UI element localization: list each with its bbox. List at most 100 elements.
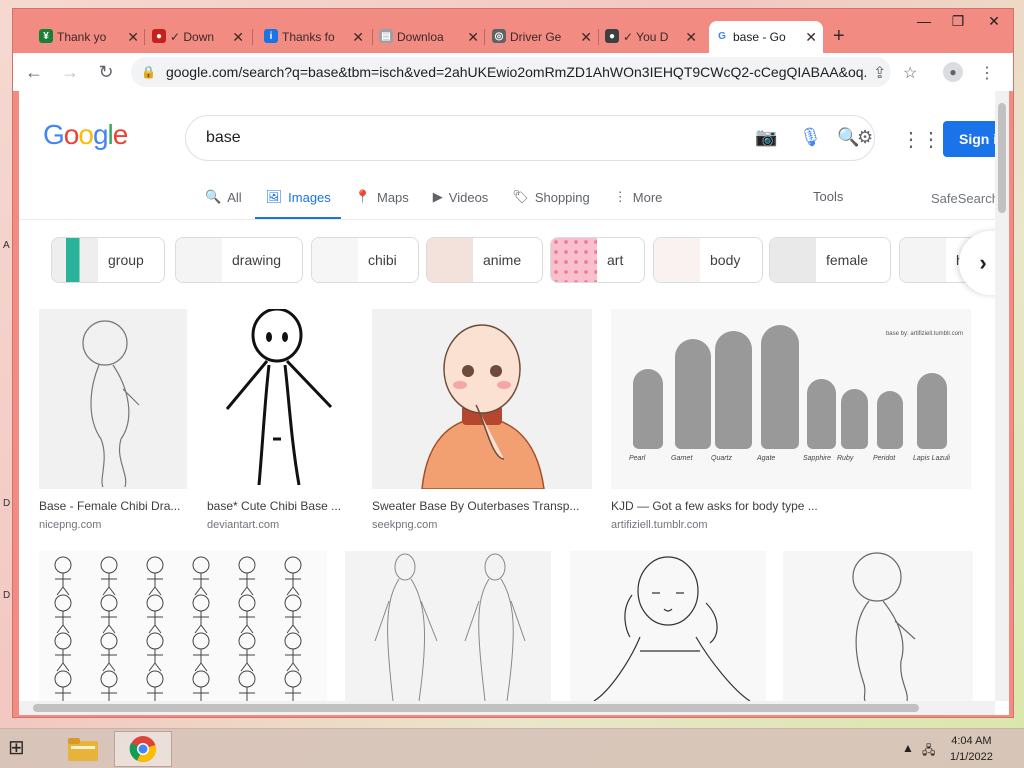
search-query[interactable]: base [206,129,241,147]
chibi-sketch [54,556,72,596]
tab-label: Shopping [534,189,590,205]
result-thumbnail[interactable] [372,309,592,489]
network-icon[interactable]: 🖧 [922,741,935,762]
figure-name-label: Sapphire [803,455,832,462]
microphone-icon[interactable]: 🎙 [799,127,822,148]
tab-images[interactable]: 🖼 Images [266,185,331,209]
tray-expand-icon[interactable]: ▲ [902,741,914,755]
tab-shopping[interactable]: 🏷 Shopping [512,185,589,209]
result-caption[interactable]: Base - Female Chibi Dra... [39,499,187,513]
image-result[interactable]: Pearl Garnet Quartz Agate Sapphire Ruby Perido… [611,309,971,531]
tab-more[interactable]: ⋮ More [614,185,663,209]
result-thumbnail[interactable] [570,551,766,701]
google-logo[interactable]: Google [43,119,128,151]
chip-thumbnail [52,238,98,282]
chip-group[interactable]: group [51,237,165,283]
chip-art[interactable]: art [550,237,645,283]
address-bar[interactable]: 🔒 google.com/search?q=base&tbm=isch&ved=… [131,57,891,87]
chip-anime[interactable]: anime [426,237,543,283]
new-tab-button[interactable]: + [833,25,845,48]
result-caption[interactable]: Sweater Base By Outerbases Transp... [372,499,592,513]
tab-active[interactable]: G base - Go ✕ [709,21,823,53]
result-thumbnail[interactable] [345,551,551,701]
image-result[interactable]: base* Cute Chibi Base ... deviantart.com [207,309,353,531]
taskbar: ⊞ ▲ 🖧 4:04 AM 1/1/2022 [0,728,1024,768]
scrollbar-thumb[interactable] [998,103,1006,213]
windows-start-icon[interactable]: ⊞ [8,735,38,763]
close-icon[interactable]: ✕ [232,29,244,46]
image-result[interactable] [39,551,327,701]
close-icon[interactable]: ✕ [685,29,697,46]
bookmark-star-icon[interactable]: ☆ [903,63,917,83]
browser-window: ¥ Thank yo ✕ ● ✓ Down ✕ i Thanks fo ✕ ▤ … [12,8,1014,718]
figure-name-label: Peridot [873,455,896,462]
result-thumbnail[interactable]: Pearl Garnet Quartz Agate Sapphire Ruby Perido… [611,309,971,489]
horizontal-scrollbar[interactable] [19,701,995,715]
tab-title: base - Go [733,30,786,44]
vertical-scrollbar[interactable] [995,91,1009,701]
desktop-edge-letter: D [3,498,11,509]
result-thumbnail[interactable] [39,309,187,489]
result-source[interactable]: nicepng.com [39,519,187,531]
image-result[interactable]: Sweater Base By Outerbases Transp... see… [372,309,592,531]
close-icon[interactable]: ✕ [467,29,479,46]
globe-icon: ◎ [492,29,506,43]
close-window-button[interactable]: ✕ [979,13,1009,30]
tab-title: Thank yo [57,30,107,44]
tab-5[interactable]: ● ✓ You D ✕ [599,21,703,53]
tab-4[interactable]: ◎ Driver Ge ✕ [486,21,598,53]
chip-chibi[interactable]: chibi [311,237,419,283]
forward-icon[interactable]: → [55,62,85,83]
chip-body[interactable]: body [653,237,763,283]
figure-name-label: Ruby [837,455,854,462]
clock-time: 4:04 AM [951,735,992,747]
maximize-button[interactable]: ❐ [943,13,973,30]
back-icon[interactable]: ← [19,62,49,83]
result-source[interactable]: deviantart.com [207,519,353,531]
image-result[interactable] [345,551,551,701]
camera-icon[interactable]: 📷 [755,127,777,148]
result-source[interactable]: artifiziell.tumblr.com [611,519,971,531]
profile-icon[interactable]: ● [943,62,963,82]
close-icon[interactable]: ✕ [805,29,817,46]
menu-kebab-icon[interactable]: ⋮ [979,63,995,83]
browser-toolbar: ← → ↻ 🔒 google.com/search?q=base&tbm=isc… [13,53,1013,91]
share-icon[interactable]: ⇪ [873,63,886,83]
chip-female[interactable]: female [769,237,891,283]
result-thumbnail[interactable] [783,551,973,701]
tab-0[interactable]: ¥ Thank yo ✕ [33,21,145,53]
settings-gear-icon[interactable]: ⚙ [857,127,873,148]
image-result[interactable]: Base - Female Chibi Dra... nicepng.com [39,309,187,531]
reload-icon[interactable]: ↻ [91,62,121,83]
address-url[interactable]: google.com/search?q=base&tbm=isch&ved=2a… [166,64,866,80]
result-thumbnail[interactable] [39,551,327,701]
image-result[interactable] [783,551,973,701]
result-caption[interactable]: KJD — Got a few asks for body type ... [611,499,971,513]
chibi-sketch [284,556,302,596]
close-icon[interactable]: ✕ [127,29,139,46]
scrollbar-thumb[interactable] [33,704,919,712]
close-icon[interactable]: ✕ [352,29,364,46]
clock[interactable]: 4:04 AM 1/1/2022 [950,733,993,765]
minimize-button[interactable]: — [909,13,939,29]
tools-button[interactable]: Tools [813,189,843,204]
tab-videos[interactable]: ▶ Videos [433,185,489,209]
tab-maps[interactable]: 📍 Maps [355,185,409,209]
result-thumbnail[interactable] [207,309,353,489]
close-icon[interactable]: ✕ [580,29,592,46]
tab-3[interactable]: ▤ Downloa ✕ [373,21,485,53]
tab-all[interactable]: 🔍 All [205,185,242,209]
tab-label: More [632,189,663,205]
result-source[interactable]: seekpng.com [372,519,592,531]
safesearch-button[interactable]: SafeSearch [931,191,999,206]
lock-icon[interactable]: 🔒 [141,65,156,79]
file-explorer-icon[interactable] [54,731,112,767]
image-result[interactable] [570,551,766,701]
chrome-taskbar-icon[interactable] [114,731,172,767]
figure-silhouette [715,331,753,449]
tab-2[interactable]: i Thanks fo ✕ [258,21,370,53]
tab-1[interactable]: ● ✓ Down ✕ [146,21,250,53]
chip-drawing[interactable]: drawing [175,237,303,283]
result-caption[interactable]: base* Cute Chibi Base ... [207,499,353,513]
chibi-sketch [100,670,118,701]
